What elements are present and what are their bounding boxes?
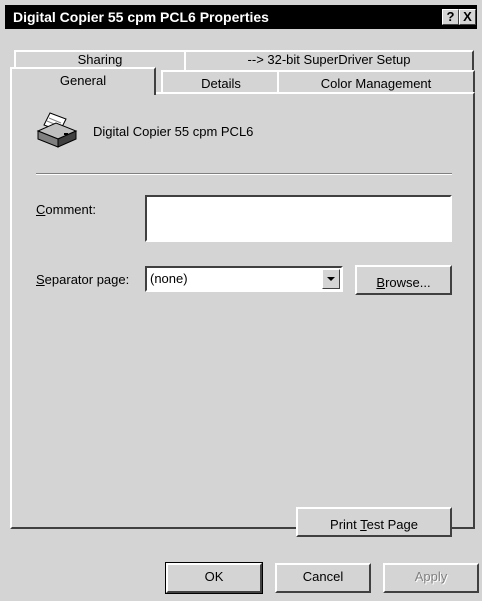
browse-button-text: rowse... [385, 275, 431, 290]
browse-button-accel: B [376, 275, 386, 290]
title-bar[interactable]: Digital Copier 55 cpm PCL6 Properties ? … [5, 5, 477, 29]
tab-general-label: General [59, 73, 107, 88]
separator-page-select[interactable]: (none) [145, 266, 343, 292]
print-test-page-label: Print Test Page [330, 513, 418, 532]
ok-button-label: OK [204, 569, 224, 584]
tab-superdriver-setup[interactable]: --> 32-bit SuperDriver Setup [184, 50, 474, 72]
cancel-button-label: Cancel [302, 569, 344, 584]
separator-page-label-text: eparator page: [44, 272, 130, 287]
comment-label-accel: C [36, 202, 46, 217]
browse-button[interactable]: Browse... [355, 265, 452, 295]
print-test-page-button[interactable]: Print Test Page [296, 507, 452, 537]
help-button[interactable]: ? [442, 9, 459, 25]
window-title: Digital Copier 55 cpm PCL6 Properties [13, 9, 269, 25]
separator-page-value: (none) [150, 271, 188, 286]
tab-sharing-label: Sharing [77, 52, 123, 67]
dropdown-arrow-button[interactable] [322, 269, 340, 289]
tab-color-management[interactable]: Color Management [277, 70, 475, 94]
print-test-page-text-pre: Print [330, 517, 361, 532]
printer-name: Digital Copier 55 cpm PCL6 [93, 124, 254, 139]
comment-label: Comment: [36, 202, 96, 217]
close-button[interactable]: X [459, 9, 476, 25]
apply-button-label: Apply [414, 569, 448, 584]
print-test-page-accel: T [360, 517, 367, 532]
print-test-page-text-post: est Page [366, 517, 418, 532]
properties-dialog: Digital Copier 55 cpm PCL6 Properties ? … [0, 0, 482, 601]
chevron-down-icon [327, 277, 335, 281]
comment-field[interactable] [145, 195, 452, 242]
tab-superdriver-setup-label: --> 32-bit SuperDriver Setup [247, 52, 411, 67]
tab-details[interactable]: Details [161, 70, 281, 94]
tab-details-label: Details [201, 76, 241, 91]
printer-icon [36, 112, 78, 148]
ok-button[interactable]: OK [165, 562, 263, 594]
separator-page-label: Separator page: [36, 272, 129, 287]
tab-panel-general [10, 92, 475, 529]
comment-label-text: omment: [45, 202, 96, 217]
tab-color-management-label: Color Management [320, 76, 432, 91]
cancel-button[interactable]: Cancel [275, 563, 371, 593]
tab-general[interactable]: General [10, 67, 156, 95]
apply-button[interactable]: Apply [383, 563, 479, 593]
browse-button-label: Browse... [376, 271, 430, 290]
separator-line [36, 173, 452, 175]
separator-page-accel: S [36, 272, 45, 287]
